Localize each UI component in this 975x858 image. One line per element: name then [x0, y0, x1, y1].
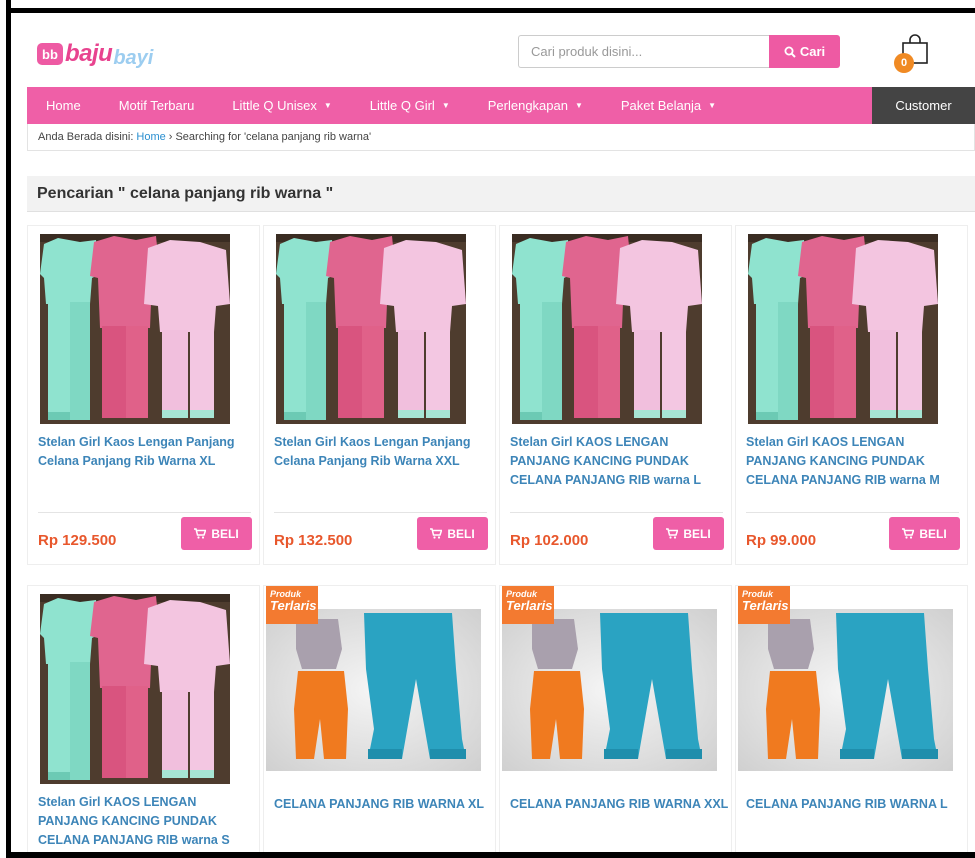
product-photo-pajama-set [40, 234, 230, 424]
logo-text-bayi: bayi [113, 46, 154, 69]
product-name[interactable]: Stelan Girl Kaos Lengan Panjang Celana P… [274, 433, 494, 471]
product-image[interactable]: Produk Terlaris [266, 586, 481, 771]
product-card[interactable]: Produk Terlaris CELANA PANJANG RIB WARNA… [499, 585, 732, 852]
product-price: Rp 99.000 [746, 532, 817, 549]
nav-label: Little Q Unisex [232, 98, 317, 113]
product-photo-pajama-set [40, 594, 230, 784]
buy-button[interactable]: BELI [653, 517, 724, 550]
buy-button-label: BELI [919, 526, 947, 541]
product-image[interactable] [40, 234, 230, 424]
buy-button-label: BELI [211, 526, 239, 541]
nav-item-customer[interactable]: Customer [872, 87, 975, 124]
nav-label: Little Q Girl [369, 98, 435, 113]
cart-button[interactable]: 0 [894, 33, 934, 75]
search-button[interactable]: Cari [769, 35, 840, 68]
buy-button[interactable]: BELI [417, 517, 488, 550]
logo-text-baju: baju [65, 40, 113, 67]
search-input[interactable] [518, 35, 769, 68]
nav-label: Home [46, 98, 81, 113]
product-name[interactable]: Stelan Girl KAOS LENGAN PANJANG KANCING … [746, 433, 966, 490]
nav-item-paket-belanja[interactable]: Paket Belanja ▼ [602, 87, 735, 124]
product-name[interactable]: CELANA PANJANG RIB WARNA XL [274, 795, 494, 814]
product-card[interactable]: Stelan Girl KAOS LENGAN PANJANG KANCING … [735, 225, 968, 565]
product-name[interactable]: Stelan Girl Kaos Lengan Panjang Celana P… [38, 433, 258, 471]
cart-icon [666, 528, 679, 539]
product-card[interactable]: Stelan Girl Kaos Lengan Panjang Celana P… [263, 225, 496, 565]
product-image[interactable]: Produk Terlaris [502, 586, 717, 771]
product-image[interactable] [276, 234, 466, 424]
product-photo-pajama-set [512, 234, 702, 424]
nav-label: Paket Belanja [620, 98, 702, 113]
product-image[interactable] [512, 234, 702, 424]
terlaris-badge: Produk Terlaris [738, 586, 790, 624]
product-image[interactable] [40, 594, 230, 784]
cart-icon [430, 528, 443, 539]
product-name[interactable]: Stelan Girl KAOS LENGAN PANJANG KANCING … [38, 793, 258, 850]
product-card[interactable]: Stelan Girl KAOS LENGAN PANJANG KANCING … [499, 225, 732, 565]
buy-button[interactable]: BELI [181, 517, 252, 550]
product-image[interactable]: Produk Terlaris [738, 586, 953, 771]
nav-item-perlengkapan[interactable]: Perlengkapan ▼ [469, 87, 602, 124]
product-name[interactable]: CELANA PANJANG RIB WARNA L [746, 795, 966, 814]
breadcrumb-home-link[interactable]: Home [136, 131, 165, 143]
product-divider [274, 512, 487, 513]
breadcrumb-current: › Searching for 'celana panjang rib warn… [168, 131, 372, 143]
product-divider [510, 512, 723, 513]
caret-down-icon: ▼ [708, 101, 717, 110]
product-price: Rp 102.000 [510, 532, 589, 549]
site-logo[interactable]: bb baju bayi [37, 39, 153, 69]
nav-label: Motif Terbaru [118, 98, 195, 113]
cart-count-badge: 0 [894, 53, 914, 73]
search-button-label: Cari [799, 44, 826, 59]
search-bar: Cari [518, 35, 840, 68]
caret-down-icon: ▼ [323, 101, 332, 110]
nav-item-motif-terbaru[interactable]: Motif Terbaru [100, 87, 214, 124]
badge-line2: Terlaris [742, 598, 789, 613]
breadcrumb-prefix: Anda Berada disini: [38, 131, 134, 143]
site-header: bb baju bayi Cari 0 [11, 13, 975, 87]
search-icon [784, 46, 796, 58]
product-name[interactable]: CELANA PANJANG RIB WARNA XXL [510, 795, 730, 814]
product-card[interactable]: Stelan Girl KAOS LENGAN PANJANG KANCING … [27, 585, 260, 852]
product-photo-rib-pants [738, 609, 953, 771]
terlaris-badge: Produk Terlaris [502, 586, 554, 624]
product-card[interactable]: Produk Terlaris CELANA PANJANG RIB WARNA… [735, 585, 968, 852]
nav-item-little-q-unisex[interactable]: Little Q Unisex ▼ [213, 87, 350, 124]
nav-item-home[interactable]: Home [27, 87, 100, 124]
product-price: Rp 129.500 [38, 532, 117, 549]
product-card[interactable]: Produk Terlaris CELANA PANJANG RIB WARNA… [263, 585, 496, 852]
cart-icon [902, 528, 915, 539]
caret-down-icon: ▼ [574, 101, 583, 110]
logo-badge: bb [37, 43, 63, 65]
terlaris-badge: Produk Terlaris [266, 586, 318, 624]
product-price: Rp 132.500 [274, 532, 353, 549]
caret-down-icon: ▼ [441, 101, 450, 110]
nav-label: Perlengkapan [487, 98, 568, 113]
product-divider [746, 512, 959, 513]
search-results-heading: Pencarian " celana panjang rib warna " [27, 176, 975, 212]
page: bb baju bayi Cari 0 Home Motif Terbaru L… [11, 13, 975, 852]
frame-border-bottom [6, 852, 975, 858]
product-image[interactable] [748, 234, 938, 424]
badge-line2: Terlaris [270, 598, 317, 613]
buy-button[interactable]: BELI [889, 517, 960, 550]
product-photo-rib-pants [502, 609, 717, 771]
buy-button-label: BELI [683, 526, 711, 541]
breadcrumb: Anda Berada disini: Home › Searching for… [27, 124, 975, 151]
product-photo-rib-pants [266, 609, 481, 771]
product-card[interactable]: Stelan Girl Kaos Lengan Panjang Celana P… [27, 225, 260, 565]
badge-line2: Terlaris [506, 598, 553, 613]
product-name[interactable]: Stelan Girl KAOS LENGAN PANJANG KANCING … [510, 433, 730, 490]
buy-button-label: BELI [447, 526, 475, 541]
main-nav: Home Motif Terbaru Little Q Unisex ▼ Litt… [27, 87, 975, 124]
nav-item-little-q-girl[interactable]: Little Q Girl ▼ [351, 87, 469, 124]
product-photo-pajama-set [276, 234, 466, 424]
product-photo-pajama-set [748, 234, 938, 424]
cart-icon [194, 528, 207, 539]
product-divider [38, 512, 251, 513]
